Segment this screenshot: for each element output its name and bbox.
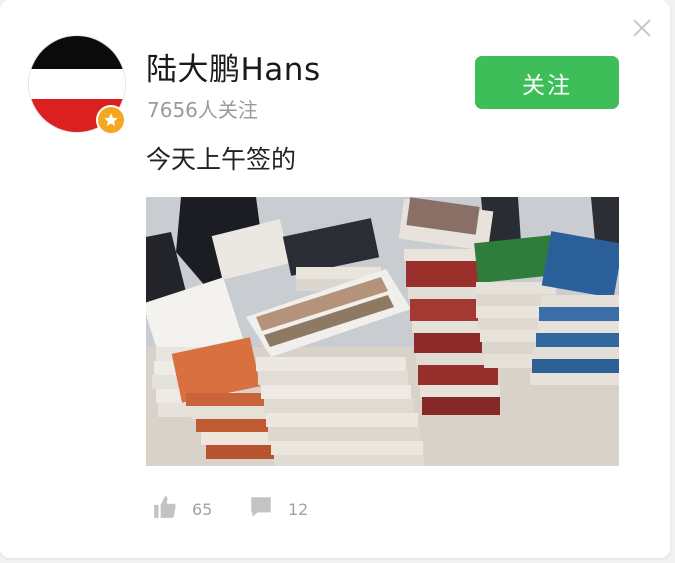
close-icon[interactable] (630, 16, 654, 40)
like-count: 65 (192, 499, 213, 519)
like-button[interactable]: 65 (152, 494, 212, 524)
follow-button[interactable]: 关注 (475, 56, 619, 109)
comment-count: 12 (288, 499, 309, 519)
post-text: 今天上午签的 (146, 145, 297, 174)
post-photo[interactable] (146, 197, 619, 466)
avatar-stripe-white (29, 68, 125, 100)
follower-count: 7656人关注 (147, 98, 258, 122)
comment-button[interactable]: 12 (248, 494, 308, 524)
comment-icon (248, 494, 274, 524)
star-icon (96, 105, 126, 135)
weibo-card: 陆大鹏Hans 7656人关注 关注 今天上午签的 65 12 (0, 0, 670, 558)
user-name[interactable]: 陆大鹏Hans (146, 44, 321, 89)
thumbs-up-icon (152, 494, 178, 524)
avatar-stripe-black (29, 36, 125, 69)
